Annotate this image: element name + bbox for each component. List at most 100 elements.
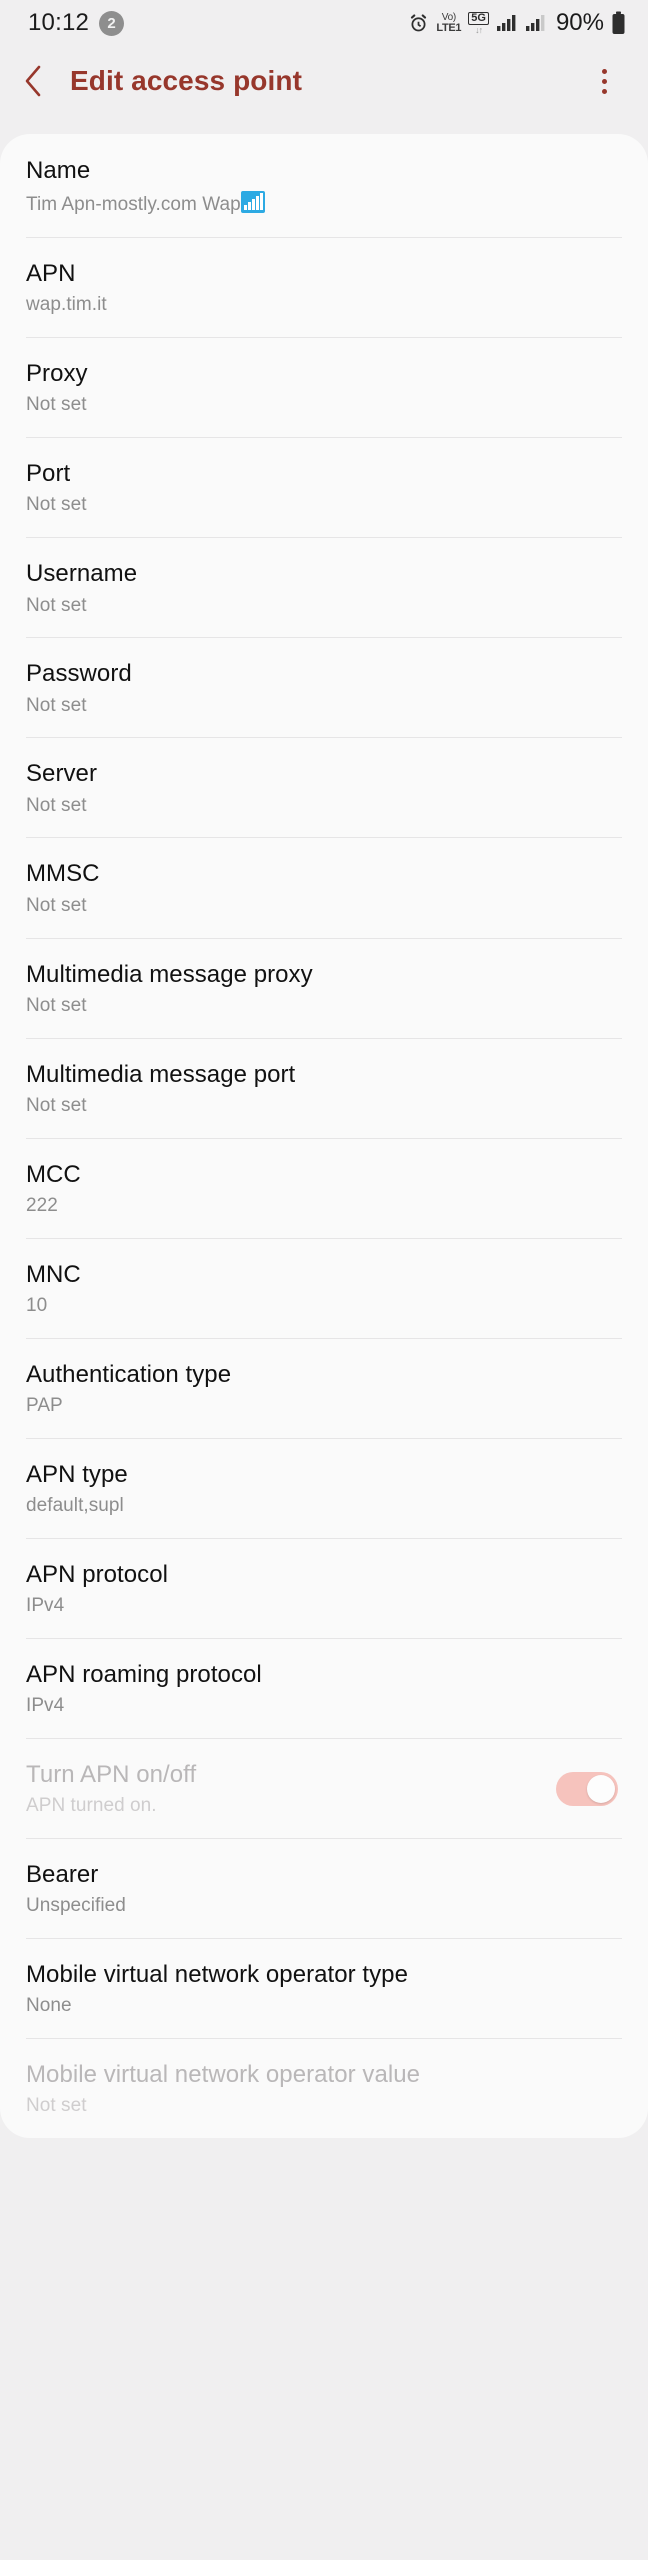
setting-row-value: Not set — [26, 694, 87, 716]
setting-row-text: MNC 10 — [26, 1260, 618, 1318]
setting-row-text: APN type default,supl — [26, 1460, 618, 1518]
setting-row-label: APN type — [26, 1460, 128, 1488]
setting-row-value: Not set — [26, 2095, 87, 2117]
setting-row-value: IPv4 — [26, 1695, 65, 1717]
setting-row-value: Not set — [26, 994, 87, 1016]
setting-row-value-text: Tim Apn-mostly.com Wap — [26, 194, 241, 216]
five-g-icon: 5G ↓↑ — [468, 11, 489, 35]
setting-row[interactable]: MNC 10 — [0, 1237, 648, 1338]
setting-row-value: Not set — [26, 894, 87, 916]
toggle-knob — [587, 1775, 615, 1804]
back-button[interactable] — [22, 59, 62, 103]
setting-row[interactable]: Multimedia message proxy Not set — [0, 937, 648, 1038]
setting-row-value: default,supl — [26, 1495, 124, 1517]
setting-row[interactable]: Proxy Not set — [0, 337, 648, 437]
setting-row-label: APN roaming protocol — [26, 1660, 262, 1688]
setting-row-label: APN protocol — [26, 1560, 168, 1588]
setting-row[interactable]: Mobile virtual network operator value Not… — [0, 2038, 648, 2138]
setting-row-value: 10 — [26, 1294, 48, 1316]
setting-row-label: Name — [26, 157, 91, 184]
setting-row-text: Mobile virtual network operator type None — [26, 1960, 618, 2018]
phone-screen: 10:12 2 Vo) LTE1 5G ↓↑ 90% Edit access p… — [0, 0, 648, 2560]
setting-row-text: Proxy Not set — [26, 359, 618, 417]
setting-row-text: APN roaming protocol IPv4 — [26, 1660, 618, 1718]
setting-row[interactable]: APN protocol IPv4 — [0, 1537, 648, 1638]
setting-row[interactable]: Turn APN on/off APN turned on. — [0, 1738, 648, 1838]
page-title: Edit access point — [70, 65, 302, 96]
setting-row-value: Not set — [26, 394, 87, 416]
setting-row-value: Unspecified — [26, 1895, 126, 1917]
setting-row-text: APN wap.tim.it — [26, 259, 618, 317]
setting-row-value: Not set — [26, 794, 87, 816]
setting-row-label: Password — [26, 660, 132, 688]
setting-row-label: Mobile virtual network operator value — [26, 2061, 421, 2089]
setting-row-value: IPv4 — [26, 1595, 65, 1617]
notification-count-badge: 2 — [99, 10, 125, 36]
setting-row-label: Multimedia message port — [26, 1060, 296, 1088]
setting-row-value: 222 — [26, 1194, 58, 1216]
setting-row-text: Server Not set — [26, 759, 618, 817]
setting-row-text: Password Not set — [26, 659, 618, 717]
setting-row[interactable]: APN roaming protocol IPv4 — [0, 1637, 648, 1738]
setting-row[interactable]: MMSC Not set — [0, 837, 648, 937]
setting-row[interactable]: APN wap.tim.it — [0, 237, 648, 337]
setting-row[interactable]: Server Not set — [0, 737, 648, 837]
signal-bars-icon-sim1 — [496, 14, 518, 32]
setting-row-value: Not set — [26, 594, 87, 616]
status-bar-left: 10:12 2 — [28, 9, 125, 37]
setting-row-label: Bearer — [26, 1861, 99, 1889]
volte-bottom-label: LTE1 — [436, 21, 462, 34]
setting-row[interactable]: Username Not set — [0, 537, 648, 637]
setting-row-value: PAP — [26, 1395, 63, 1417]
setting-row-text: Port Not set — [26, 459, 618, 517]
setting-row-label: MMSC — [26, 860, 100, 888]
battery-percentage: 90% — [555, 9, 604, 36]
setting-row-text: Name Tim Apn-mostly.com Wap — [26, 156, 618, 217]
setting-row-text: Username Not set — [26, 559, 618, 617]
setting-row-label: MCC — [26, 1160, 81, 1188]
app-bar: Edit access point — [0, 46, 648, 116]
setting-row[interactable]: MCC 222 — [0, 1137, 648, 1238]
apn-on-off-toggle[interactable] — [556, 1772, 618, 1807]
setting-row-text: Authentication type PAP — [26, 1360, 618, 1418]
status-bar: 10:12 2 Vo) LTE1 5G ↓↑ 90% — [0, 0, 648, 46]
setting-row-label: MNC — [26, 1260, 81, 1288]
setting-row-text: Mobile virtual network operator value Not… — [26, 2060, 618, 2118]
status-bar-right: Vo) LTE1 5G ↓↑ 90% — [408, 9, 626, 37]
setting-row[interactable]: Name Tim Apn-mostly.com Wap — [0, 134, 648, 237]
setting-row-value: None — [26, 1995, 72, 2017]
setting-row-value: Not set — [26, 494, 87, 516]
more-vertical-icon-dot — [601, 78, 607, 84]
setting-row[interactable]: Multimedia message port Not set — [0, 1037, 648, 1138]
setting-row-label: Multimedia message proxy — [26, 960, 313, 988]
setting-row-label: Turn APN on/off — [26, 1761, 197, 1788]
setting-row-label: Authentication type — [26, 1360, 232, 1388]
more-options-button[interactable] — [584, 59, 624, 103]
status-bar-clock: 10:12 — [28, 9, 90, 36]
setting-row-text: Multimedia message port Not set — [26, 1060, 618, 1118]
signal-bars-emoji-selected[interactable] — [240, 191, 265, 214]
setting-row[interactable]: Mobile virtual network operator type None — [0, 1938, 648, 2038]
setting-row-label: Port — [26, 460, 71, 488]
setting-row-value: wap.tim.it — [26, 294, 107, 316]
setting-row-value: Not set — [26, 1094, 87, 1116]
alarm-clock-icon — [408, 13, 429, 34]
setting-row-text: Multimedia message proxy Not set — [26, 960, 618, 1018]
setting-row-label: APN — [26, 260, 76, 288]
apn-settings-card: Name Tim Apn-mostly.com Wap APN wap.tim.it P… — [0, 134, 648, 2139]
setting-row-text: Turn APN on/off APN turned on. — [26, 1760, 556, 1818]
setting-row-text: MMSC Not set — [26, 859, 618, 917]
setting-row[interactable]: Authentication type PAP — [0, 1337, 648, 1438]
setting-row[interactable]: Bearer Unspecified — [0, 1838, 648, 1938]
setting-row-text: MCC 222 — [26, 1160, 618, 1218]
battery-icon — [611, 11, 626, 35]
setting-row[interactable]: Port Not set — [0, 437, 648, 537]
setting-row-label: Server — [26, 760, 97, 788]
setting-row[interactable]: Password Not set — [0, 637, 648, 737]
setting-row-value: Tim Apn-mostly.com Wap — [26, 191, 618, 217]
setting-row[interactable]: APN type default,supl — [0, 1437, 648, 1538]
volte-icon: Vo) LTE1 — [436, 11, 462, 34]
volte-top-label: Vo) — [441, 11, 456, 23]
five-g-label: 5G — [468, 11, 489, 25]
setting-row-label: Mobile virtual network operator type — [26, 1961, 408, 1989]
